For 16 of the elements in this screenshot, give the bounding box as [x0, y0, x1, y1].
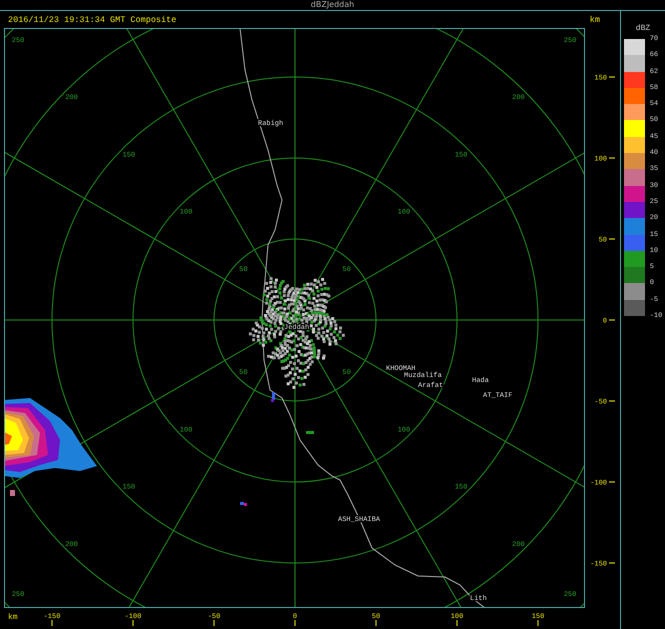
tick-mark: [294, 620, 296, 626]
tick-mark: [608, 238, 616, 240]
timestamp-label: 2016/11/23 19:31:34 GMT Composite: [8, 14, 176, 24]
echo-blob: [240, 502, 247, 506]
tick-mark: [456, 620, 458, 626]
window-title: dBZJeddah: [310, 0, 354, 10]
tick-mark: [608, 76, 616, 78]
legend-title: dBZ: [636, 24, 650, 33]
tick-mark: [608, 562, 616, 564]
tick-mark: [608, 400, 616, 402]
echo-blob: [10, 490, 15, 496]
echo-blob: [271, 392, 275, 402]
axis-unit-label: km: [590, 14, 600, 24]
tick-mark: [132, 620, 134, 626]
echo-blob: [306, 431, 314, 434]
axis-unit-label: km: [8, 613, 18, 622]
